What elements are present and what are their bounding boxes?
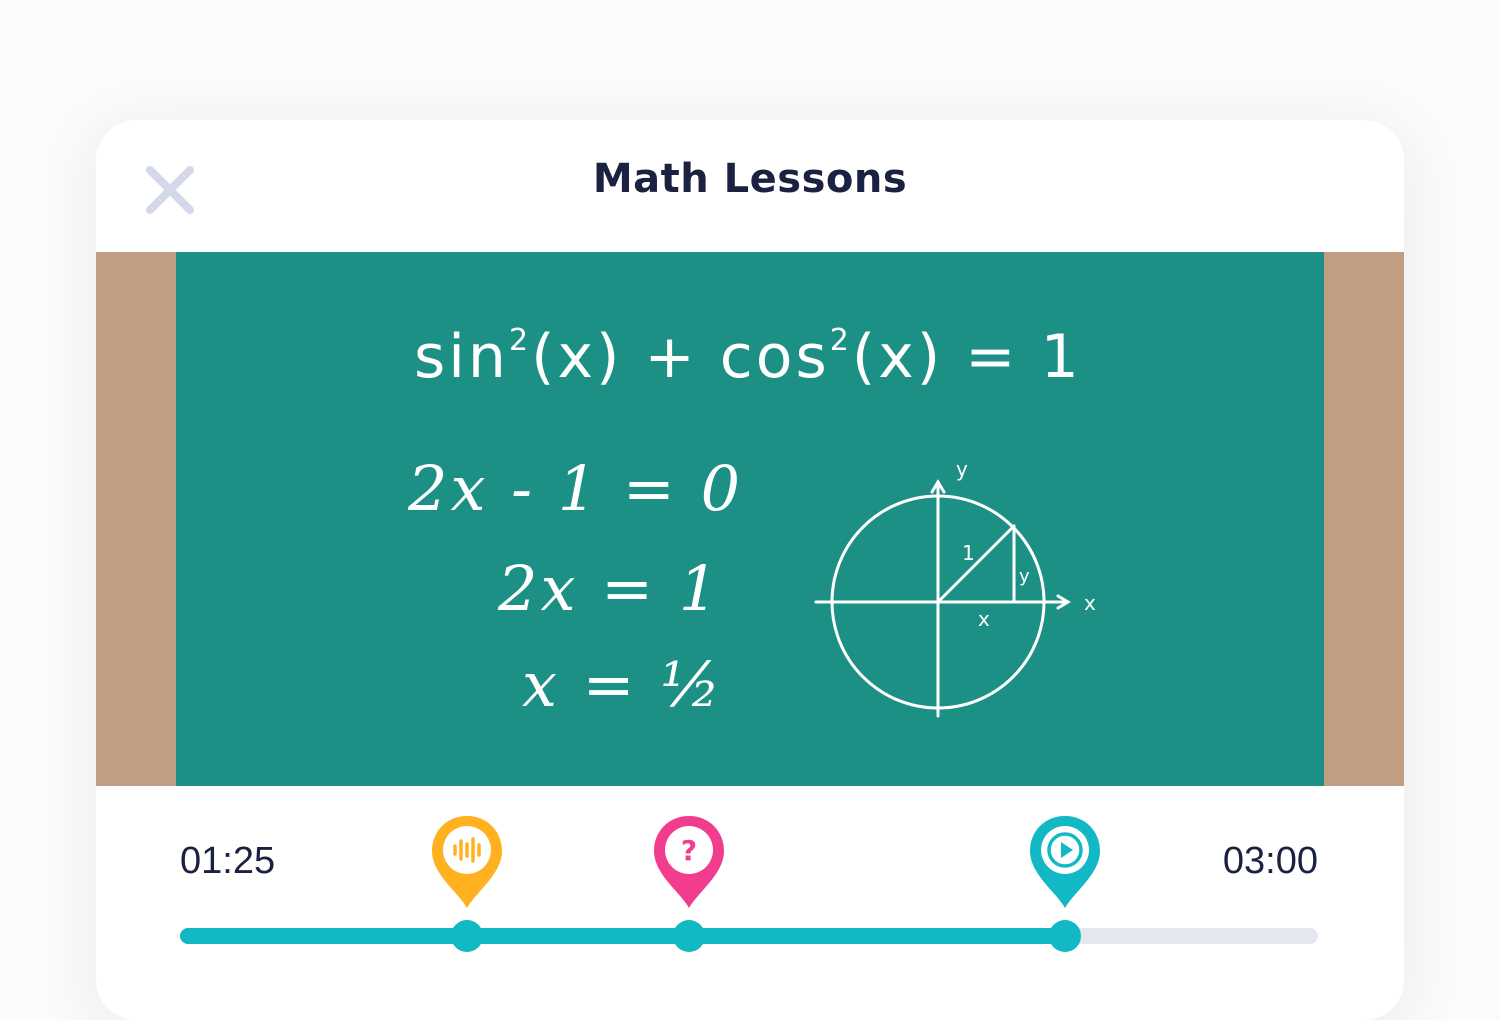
video-frame[interactable]: sin2(x) + cos2(x) = 1 2x - 1 = 0 2x = 1 … <box>96 252 1404 786</box>
progress-fill <box>180 928 1068 944</box>
lesson-card: Math Lessons sin2(x) + cos2(x) = 1 2x - … <box>96 120 1404 1020</box>
marker-dot-audio[interactable] <box>450 920 483 952</box>
header: Math Lessons <box>96 120 1404 252</box>
equation-step-1: 2x - 1 = 0 <box>408 452 744 525</box>
progress-track[interactable] <box>180 920 1318 952</box>
chalkboard: sin2(x) + cos2(x) = 1 2x - 1 = 0 2x = 1 … <box>176 252 1324 786</box>
x-axis-label: x <box>1084 591 1096 615</box>
y-axis-label: y <box>956 457 968 481</box>
player-controls: 01:25 03:00 ? <box>96 786 1404 1020</box>
current-time: 01:25 <box>180 840 276 882</box>
opposite-label: y <box>1019 566 1030 587</box>
video-marker-pin[interactable] <box>1028 814 1102 910</box>
audio-marker-pin[interactable] <box>430 814 504 910</box>
playhead-handle[interactable] <box>1049 920 1082 952</box>
equation-step-3: x = ½ <box>522 648 724 721</box>
equation-step-2: 2x = 1 <box>498 552 722 625</box>
total-time: 03:00 <box>1222 840 1318 882</box>
unit-circle-diagram: x y 1 x y <box>814 457 1096 718</box>
question-marker-pin[interactable]: ? <box>652 814 726 910</box>
radius-label: 1 <box>962 541 975 565</box>
question-icon: ? <box>681 834 697 867</box>
adjacent-label: x <box>978 607 990 631</box>
marker-dot-question[interactable] <box>672 920 705 952</box>
page-title: Math Lessons <box>592 156 908 202</box>
identity-equation: sin2(x) + cos2(x) = 1 <box>414 322 1082 392</box>
